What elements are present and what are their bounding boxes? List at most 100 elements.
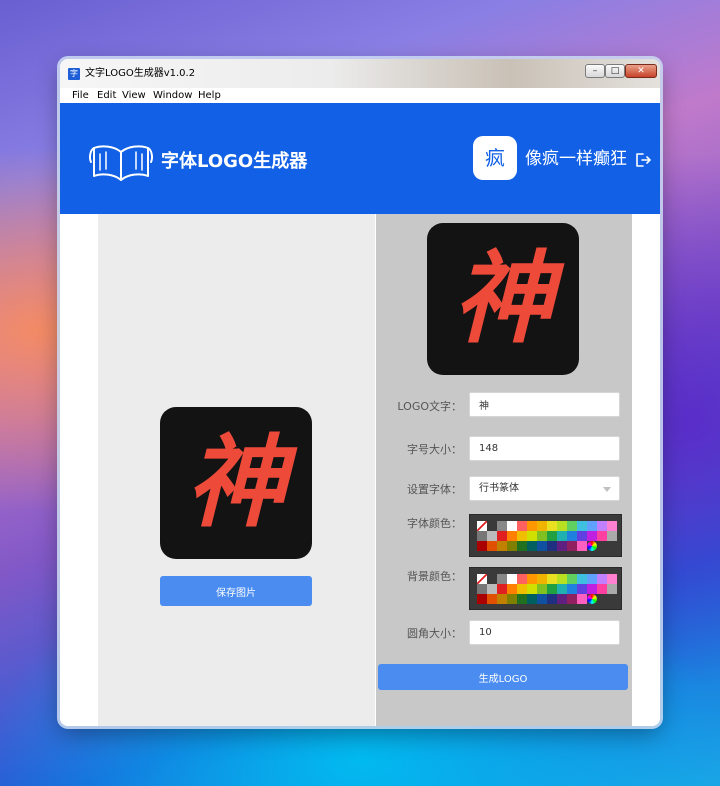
color-swatch[interactable] [497, 521, 507, 531]
no-color-swatch[interactable] [477, 521, 487, 531]
menu-file[interactable]: File [72, 90, 89, 101]
color-swatch[interactable] [577, 521, 587, 531]
color-swatch[interactable] [497, 594, 507, 604]
color-swatch[interactable] [607, 584, 617, 594]
color-swatch[interactable] [497, 574, 507, 584]
color-swatch[interactable] [547, 531, 557, 541]
radius-input[interactable] [469, 620, 620, 645]
color-swatch[interactable] [507, 584, 517, 594]
logo-text-input[interactable] [469, 392, 620, 417]
menu-window[interactable]: Window [153, 90, 192, 101]
no-color-swatch[interactable] [477, 574, 487, 584]
color-swatch[interactable] [477, 594, 487, 604]
maximize-button[interactable]: □ [605, 64, 625, 78]
color-swatch[interactable] [557, 541, 567, 551]
color-swatch[interactable] [587, 531, 597, 541]
color-swatch[interactable] [587, 521, 597, 531]
color-swatch[interactable] [477, 531, 487, 541]
color-swatch[interactable] [547, 541, 557, 551]
color-swatch[interactable] [607, 521, 617, 531]
color-swatch[interactable] [497, 541, 507, 551]
color-swatch[interactable] [587, 584, 597, 594]
color-swatch[interactable] [507, 574, 517, 584]
color-swatch[interactable] [507, 531, 517, 541]
menu-edit[interactable]: Edit [97, 90, 116, 101]
font-select[interactable]: 行书篆体 [469, 476, 620, 501]
title-bar[interactable]: 字 文字LOGO生成器v1.0.2 – □ ✕ [60, 59, 660, 88]
color-swatch[interactable] [567, 521, 577, 531]
color-swatch[interactable] [567, 594, 577, 604]
color-swatch[interactable] [517, 521, 527, 531]
color-swatch[interactable] [537, 584, 547, 594]
color-swatch[interactable] [557, 574, 567, 584]
color-swatch[interactable] [527, 521, 537, 531]
color-swatch[interactable] [477, 584, 487, 594]
color-swatch[interactable] [597, 574, 607, 584]
color-swatch[interactable] [507, 521, 517, 531]
bg-color-palette [469, 567, 622, 610]
color-swatch[interactable] [517, 541, 527, 551]
color-swatch[interactable] [507, 594, 517, 604]
color-swatch[interactable] [557, 521, 567, 531]
menu-help[interactable]: Help [198, 90, 221, 101]
color-swatch[interactable] [587, 574, 597, 584]
color-swatch[interactable] [597, 531, 607, 541]
username[interactable]: 像疯一样癫狂 [525, 148, 627, 170]
color-swatch[interactable] [487, 584, 497, 594]
color-swatch[interactable] [557, 594, 567, 604]
color-swatch[interactable] [577, 584, 587, 594]
color-swatch[interactable] [567, 584, 577, 594]
color-swatch[interactable] [607, 574, 617, 584]
color-swatch[interactable] [487, 541, 497, 551]
color-swatch[interactable] [517, 594, 527, 604]
color-swatch[interactable] [497, 584, 507, 594]
color-swatch[interactable] [547, 574, 557, 584]
color-swatch[interactable] [527, 574, 537, 584]
color-swatch[interactable] [527, 541, 537, 551]
color-swatch[interactable] [487, 521, 497, 531]
color-swatch[interactable] [547, 584, 557, 594]
color-swatch[interactable] [537, 541, 547, 551]
color-swatch[interactable] [577, 594, 587, 604]
color-swatch[interactable] [537, 531, 547, 541]
color-swatch[interactable] [487, 574, 497, 584]
color-swatch[interactable] [597, 584, 607, 594]
logout-icon[interactable] [635, 152, 651, 168]
color-swatch[interactable] [537, 574, 547, 584]
color-swatch[interactable] [537, 594, 547, 604]
custom-color-icon[interactable] [587, 541, 597, 551]
generate-logo-button[interactable]: 生成LOGO [378, 664, 628, 690]
color-swatch[interactable] [497, 531, 507, 541]
color-swatch[interactable] [517, 574, 527, 584]
color-swatch[interactable] [567, 531, 577, 541]
color-swatch[interactable] [607, 531, 617, 541]
color-swatch[interactable] [577, 531, 587, 541]
color-swatch[interactable] [547, 594, 557, 604]
color-swatch[interactable] [527, 594, 537, 604]
avatar[interactable]: 疯 [473, 136, 517, 180]
color-swatch[interactable] [517, 531, 527, 541]
color-swatch[interactable] [487, 594, 497, 604]
color-swatch[interactable] [547, 521, 557, 531]
color-swatch[interactable] [577, 541, 587, 551]
color-swatch[interactable] [557, 531, 567, 541]
save-image-button[interactable]: 保存图片 [160, 576, 312, 606]
color-swatch[interactable] [487, 531, 497, 541]
color-swatch[interactable] [477, 541, 487, 551]
color-swatch[interactable] [567, 574, 577, 584]
menu-view[interactable]: View [122, 90, 146, 101]
color-swatch[interactable] [527, 584, 537, 594]
color-swatch[interactable] [577, 574, 587, 584]
color-swatch[interactable] [557, 584, 567, 594]
color-swatch[interactable] [517, 584, 527, 594]
color-swatch[interactable] [567, 541, 577, 551]
color-swatch[interactable] [507, 541, 517, 551]
color-swatch[interactable] [527, 531, 537, 541]
font-size-input[interactable] [469, 436, 620, 461]
color-swatch[interactable] [597, 521, 607, 531]
close-button[interactable]: ✕ [625, 64, 657, 78]
minimize-button[interactable]: – [585, 64, 605, 78]
preview-panel: 神 保存图片 [98, 214, 375, 726]
custom-color-icon[interactable] [587, 594, 597, 604]
color-swatch[interactable] [537, 521, 547, 531]
